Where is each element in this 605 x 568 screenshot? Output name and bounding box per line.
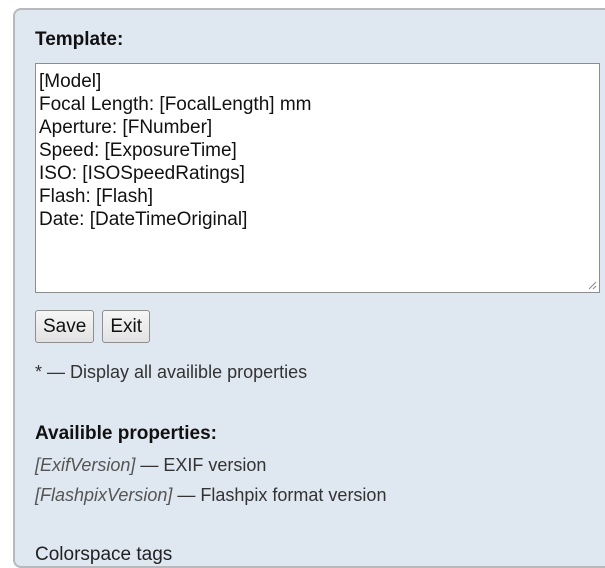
- template-line: Date: [DateTimeOriginal]: [39, 209, 248, 230]
- property-tag: [ExifVersion]: [35, 455, 136, 475]
- template-line: [Model]: [39, 71, 102, 92]
- property-description: — Flashpix format version: [172, 485, 387, 505]
- template-line: Speed: [ExposureTime]: [39, 140, 237, 161]
- exit-button[interactable]: Exit: [102, 310, 150, 343]
- property-description: — EXIF version: [135, 455, 267, 475]
- properties-heading: Availible properties:: [35, 423, 217, 444]
- display-all-note: * — Display all availible properties: [35, 362, 308, 382]
- template-line: Flash: [Flash]: [39, 186, 154, 207]
- property-tag: [FlashpixVersion]: [35, 485, 173, 505]
- property-item: [ExifVersion] — EXIF version: [35, 453, 605, 477]
- settings-content: Template: [Model] Focal Length: [FocalLe…: [35, 27, 605, 567]
- template-line: ISO: [ISOSpeedRatings]: [39, 163, 245, 184]
- settings-panel: Template: [Model] Focal Length: [FocalLe…: [13, 8, 605, 568]
- property-item: [FlashpixVersion] — Flashpix format vers…: [35, 483, 605, 507]
- save-button[interactable]: Save: [35, 310, 95, 343]
- template-textarea[interactable]: [Model] Focal Length: [FocalLength] mm A…: [35, 63, 600, 293]
- template-line: Aperture: [FNumber]: [39, 117, 213, 138]
- template-line: Focal Length: [FocalLength] mm: [39, 94, 312, 115]
- colorspace-section-label: Colorspace tags: [35, 544, 173, 565]
- resize-grip-icon[interactable]: [587, 280, 597, 290]
- button-row: Save Exit: [35, 310, 605, 343]
- template-heading: Template:: [35, 29, 124, 50]
